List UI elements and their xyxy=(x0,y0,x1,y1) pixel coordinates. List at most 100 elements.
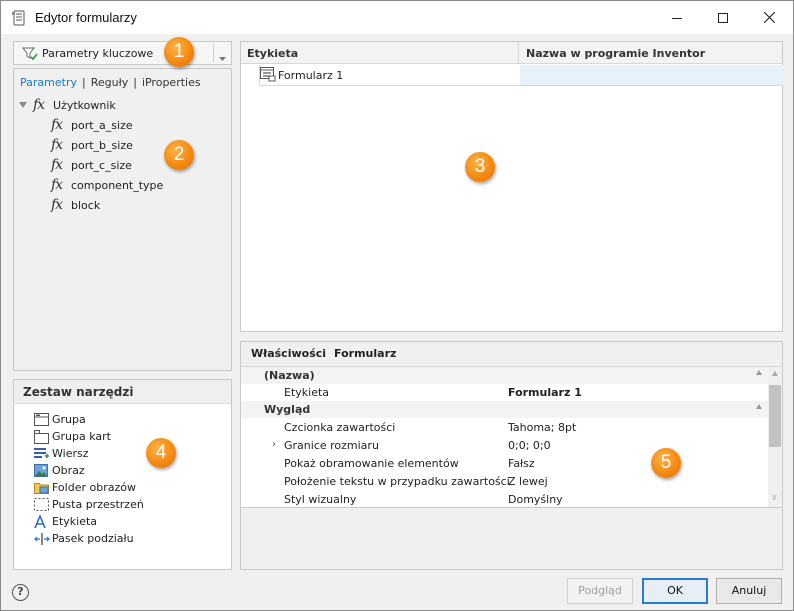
property-name: Etykieta xyxy=(284,386,330,399)
parameter-label: port_b_size xyxy=(71,138,133,152)
tool-group[interactable]: Grupa xyxy=(34,411,86,428)
tree-node-label: Użytkownik xyxy=(53,98,116,112)
help-button[interactable]: ? xyxy=(12,584,29,601)
properties-panel: Właściwości Formularz (Nazwa) Etykieta Fo… xyxy=(240,341,783,570)
category-label: Wygląd xyxy=(264,403,311,416)
form-editor-window: Edytor formularzy Parametry kluczowe Par… xyxy=(0,0,794,611)
parameter-label: port_c_size xyxy=(71,158,132,172)
tree-node-user[interactable]: fx Użytkownik xyxy=(19,95,116,115)
tool-label: Folder obrazów xyxy=(52,481,136,494)
filter-dropdown-label: Parametry kluczowe xyxy=(42,47,154,60)
property-value[interactable]: 0;0; 0;0 xyxy=(508,439,551,452)
property-name: Pokaż obramowanie elementów xyxy=(284,457,459,470)
property-row[interactable]: Pokaż obramowanie elementów Fałsz xyxy=(241,455,768,472)
picture-icon xyxy=(34,463,50,478)
callout-marker-4: 4 xyxy=(146,438,176,468)
tree-item-parameter[interactable]: fx block xyxy=(51,195,100,215)
tree-item-parameter[interactable]: fx component_type xyxy=(51,175,163,195)
tab-parameters[interactable]: Parametry xyxy=(20,76,77,89)
parameter-filter-dropdown[interactable]: Parametry kluczowe xyxy=(13,41,232,65)
scrollbar-thumb[interactable] xyxy=(769,385,781,447)
tab-rules[interactable]: Reguły xyxy=(91,76,129,89)
scroll-up-icon[interactable] xyxy=(772,371,778,376)
callout-marker-5: 5 xyxy=(651,448,681,478)
close-icon xyxy=(763,12,775,23)
property-grid: (Nazwa) Etykieta Formularz 1 Wygląd Czci… xyxy=(241,366,782,508)
property-name: Czcionka zawartości xyxy=(284,421,396,434)
tool-label: Pasek podziału xyxy=(52,532,134,545)
maximize-icon xyxy=(718,12,728,23)
inventor-name-cell[interactable] xyxy=(520,65,783,85)
column-header-inventor-name[interactable]: Nazwa w programie Inventor xyxy=(526,47,705,60)
property-value[interactable]: Z lewej xyxy=(508,475,548,488)
tab-iproperties[interactable]: iProperties xyxy=(142,76,201,89)
form-icon xyxy=(260,67,276,85)
parameter-label: block xyxy=(71,198,101,212)
cancel-button[interactable]: Anuluj xyxy=(716,578,782,604)
toolbox-title: Zestaw narzędzi xyxy=(14,380,231,404)
property-value[interactable]: Fałsz xyxy=(508,457,535,470)
preview-button[interactable]: Podgląd xyxy=(567,578,633,604)
tool-picture[interactable]: Obraz xyxy=(34,462,85,479)
collapse-icon[interactable] xyxy=(756,370,762,375)
properties-title: Właściwości xyxy=(251,347,327,360)
tool-picture-folder[interactable]: Folder obrazów xyxy=(34,479,136,496)
parameter-label: component_type xyxy=(71,178,164,192)
tool-label-item[interactable]: Etykieta xyxy=(34,513,97,530)
property-category-name[interactable]: (Nazwa) xyxy=(241,367,768,384)
property-name: Styl wizualny xyxy=(284,493,357,506)
scroll-down-icon[interactable]: ∨ xyxy=(771,493,778,503)
minimize-button[interactable] xyxy=(654,1,700,34)
tool-empty-space[interactable]: Pusta przestrzeń xyxy=(34,496,144,513)
function-icon: fx xyxy=(51,177,63,193)
property-value[interactable]: Formularz 1 xyxy=(508,386,582,399)
property-grid-scrollbar[interactable]: ∨ xyxy=(768,367,782,507)
title-bar: Edytor formularzy xyxy=(1,1,793,34)
dropdown-divider xyxy=(213,44,214,62)
properties-object-name: Formularz xyxy=(334,347,397,360)
maximize-button[interactable] xyxy=(700,1,746,34)
tool-row[interactable]: Wiersz xyxy=(34,445,89,462)
form-editor-app-icon xyxy=(11,10,27,26)
parameter-label: port_a_size xyxy=(71,118,133,132)
row-icon xyxy=(34,447,50,461)
column-divider[interactable] xyxy=(518,42,519,64)
tab-group-icon xyxy=(34,429,50,444)
tab-separator: | xyxy=(81,76,86,89)
tree-item-parameter[interactable]: fx port_b_size xyxy=(51,135,133,155)
tool-splitter[interactable]: Pasek podziału xyxy=(34,530,134,547)
close-button[interactable] xyxy=(746,1,792,34)
expand-arrow-icon[interactable] xyxy=(19,102,27,108)
property-value[interactable]: Domyślny xyxy=(508,493,563,506)
group-icon xyxy=(34,412,50,427)
property-row[interactable]: Etykieta Formularz 1 xyxy=(241,384,768,401)
minimize-icon xyxy=(672,17,682,19)
table-row[interactable]: Formularz 1 xyxy=(259,65,783,86)
tool-label: Etykieta xyxy=(52,515,98,528)
property-value[interactable]: Tahoma; 8pt xyxy=(508,421,576,434)
function-icon: fx xyxy=(51,117,63,133)
chevron-down-icon[interactable] xyxy=(219,51,226,64)
tree-item-parameter[interactable]: fx port_c_size xyxy=(51,155,132,175)
function-icon: fx xyxy=(51,197,63,213)
property-category-appearance[interactable]: Wygląd xyxy=(241,401,768,418)
toolbox-panel: Zestaw narzędzi Grupa Grupa kart Wiersz … xyxy=(13,379,232,570)
property-row[interactable]: Położenie tekstu w przypadku zawartości … xyxy=(241,473,768,490)
filter-icon xyxy=(21,46,38,65)
tree-item-parameter[interactable]: fx port_a_size xyxy=(51,115,133,135)
expand-chevron-icon[interactable]: › xyxy=(272,439,276,450)
property-row[interactable]: Czcionka zawartości Tahoma; 8pt xyxy=(241,419,768,436)
property-row[interactable]: Styl wizualny Domyślny xyxy=(241,491,768,508)
tool-tab-group[interactable]: Grupa kart xyxy=(34,428,111,445)
ok-button[interactable]: OK xyxy=(642,578,708,604)
property-description-area xyxy=(241,509,782,569)
column-header-label[interactable]: Etykieta xyxy=(247,47,298,60)
function-icon: fx xyxy=(51,157,63,173)
properties-header: Właściwości Formularz xyxy=(251,347,396,360)
property-row[interactable]: › Granice rozmiaru 0;0; 0;0 xyxy=(241,437,768,454)
property-name: Granice rozmiaru xyxy=(284,439,379,452)
grid-header: Etykieta Nazwa w programie Inventor xyxy=(241,42,782,64)
window-title: Edytor formularzy xyxy=(35,10,137,25)
collapse-icon[interactable] xyxy=(756,404,762,409)
function-icon: fx xyxy=(33,97,45,113)
